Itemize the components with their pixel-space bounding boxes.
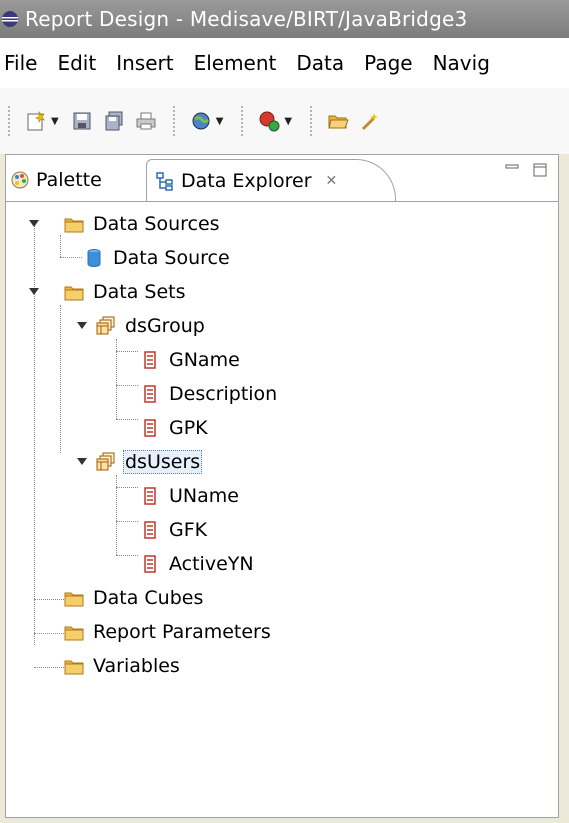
data-explorer-icon (156, 171, 173, 191)
chevron-down-icon[interactable]: ▼ (284, 116, 292, 127)
toolbar-separator (241, 106, 246, 136)
tree-item-dsgroup[interactable]: dsGroup (96, 311, 207, 341)
tab-palette-label: Palette (36, 169, 102, 191)
web-browser-icon[interactable] (188, 108, 214, 134)
wand-icon[interactable] (357, 108, 383, 134)
variables-folder-icon (64, 656, 84, 676)
tree-item-data-sources[interactable]: Data Sources (64, 209, 222, 239)
chevron-down-icon[interactable]: ▼ (51, 116, 59, 127)
tree-item-column[interactable]: GFK (140, 515, 209, 545)
tree-connector (34, 223, 35, 645)
toolbar-grip[interactable] (8, 106, 13, 136)
tree-item-column[interactable]: ActiveYN (140, 549, 256, 579)
column-icon (140, 520, 160, 540)
column-icon (140, 418, 160, 438)
tree-connector (34, 633, 64, 634)
tree-item-column[interactable]: UName (140, 481, 241, 511)
menu-insert[interactable]: Insert (106, 51, 183, 75)
tree-connector (116, 419, 138, 420)
expand-toggle-icon[interactable] (29, 220, 39, 227)
data-sources-folder-icon (64, 214, 84, 234)
data-explorer-tree: Data Sources Data Source Data Sets dsGro… (6, 205, 558, 805)
menu-page[interactable]: Page (354, 51, 422, 75)
maximize-icon[interactable] (532, 163, 548, 177)
tree-connector (34, 599, 64, 600)
view-controls (504, 163, 548, 177)
tree-item-column[interactable]: GPK (140, 413, 210, 443)
data-cubes-folder-icon (64, 588, 84, 608)
tree-item-column[interactable]: Description (140, 379, 279, 409)
tab-palette[interactable]: Palette (10, 161, 102, 199)
new-report-icon[interactable] (23, 108, 49, 134)
tree-item-data-source[interactable]: Data Source (84, 243, 232, 273)
expand-toggle-icon[interactable] (77, 458, 87, 465)
tree-connector (116, 521, 138, 522)
eclipse-icon (2, 11, 18, 27)
tree-connector (116, 351, 138, 352)
data-source-icon (84, 248, 104, 268)
tree-item-report-parameters[interactable]: Report Parameters (64, 617, 273, 647)
menu-bar: File Edit Insert Element Data Page Navig (0, 38, 569, 88)
print-icon[interactable] (133, 108, 159, 134)
tree-item-column[interactable]: GName (140, 345, 242, 375)
column-icon (140, 350, 160, 370)
save-icon[interactable] (69, 108, 95, 134)
tree-item-variables[interactable]: Variables (64, 651, 182, 681)
data-explorer-view: Palette Data Explorer ✕ Data Sources Dat… (5, 154, 559, 818)
tree-connector (116, 487, 138, 488)
expand-toggle-icon[interactable] (29, 288, 39, 295)
menu-element[interactable]: Element (184, 51, 287, 75)
data-sets-folder-icon (64, 282, 84, 302)
tree-item-data-sets[interactable]: Data Sets (64, 277, 188, 307)
chevron-down-icon[interactable]: ▼ (216, 116, 224, 127)
open-folder-icon[interactable] (325, 108, 351, 134)
dataset-icon (96, 316, 116, 336)
column-icon (140, 554, 160, 574)
toolbar-separator (310, 106, 315, 136)
minimize-icon[interactable] (504, 163, 520, 177)
view-tab-bar: Palette Data Explorer ✕ (6, 155, 558, 202)
title-bar: Report Design - Medisave/BIRT/JavaBridge… (0, 0, 569, 38)
tab-data-explorer[interactable]: Data Explorer ✕ (146, 159, 396, 201)
tree-connector (60, 235, 61, 257)
column-icon (140, 384, 160, 404)
save-all-icon[interactable] (101, 108, 127, 134)
report-parameters-folder-icon (64, 622, 84, 642)
close-icon[interactable]: ✕ (326, 173, 338, 189)
tree-connector (60, 257, 82, 258)
run-icon[interactable] (256, 108, 282, 134)
dataset-icon (96, 452, 116, 472)
menu-edit[interactable]: Edit (47, 51, 106, 75)
main-toolbar: ▼ ▼ ▼ (0, 88, 569, 154)
menu-file[interactable]: File (0, 51, 47, 75)
tree-connector (60, 305, 61, 453)
tab-data-explorer-label: Data Explorer (181, 169, 312, 192)
tree-item-dsusers[interactable]: dsUsers (96, 447, 203, 477)
menu-navigate[interactable]: Navig (423, 51, 500, 75)
tree-connector (116, 385, 138, 386)
palette-icon (11, 171, 29, 189)
tree-item-data-cubes[interactable]: Data Cubes (64, 583, 205, 613)
window-title: Report Design - Medisave/BIRT/JavaBridge… (25, 7, 468, 31)
tree-connector (34, 667, 64, 668)
menu-data[interactable]: Data (286, 51, 354, 75)
column-icon (140, 486, 160, 506)
expand-toggle-icon[interactable] (77, 322, 87, 329)
tree-connector (116, 555, 138, 556)
toolbar-separator (172, 106, 178, 136)
